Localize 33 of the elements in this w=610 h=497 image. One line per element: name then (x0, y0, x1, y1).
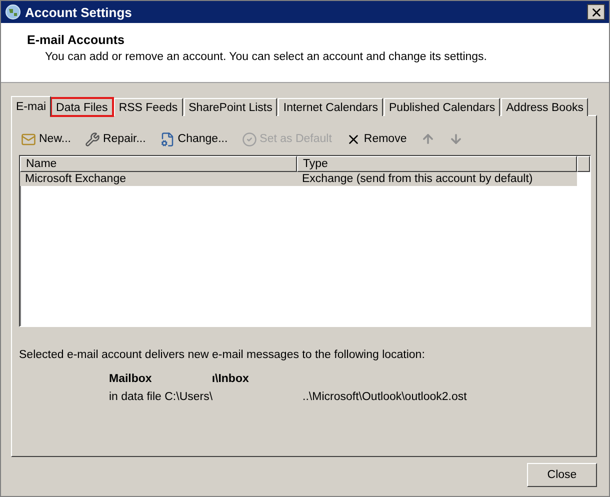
window-title: Account Settings (25, 4, 133, 20)
settings-icon (160, 132, 175, 146)
tab[interactable]: E-mai (11, 96, 52, 116)
close-button[interactable] (587, 4, 605, 20)
globe-icon (5, 4, 21, 20)
tab[interactable]: SharePoint Lists (184, 98, 278, 116)
location-intro: Selected e-mail account delivers new e-mail messages to the following location: (19, 349, 426, 361)
data-file-path: in data file C:\Users\ (109, 391, 213, 403)
header-title: E-mail Accounts (27, 33, 126, 47)
tab[interactable]: Published Calendars (384, 98, 500, 116)
close-button[interactable]: Close (527, 463, 597, 487)
header-description: You can add or remove an account. You can select an account and change its settings. (45, 51, 488, 63)
data-file-path: ..\Microsoft\Outlook\outlook2.ost (302, 391, 467, 403)
table-cell: Microsoft Exchange (25, 173, 126, 185)
check-circle-icon (242, 132, 257, 146)
column-header[interactable]: Name (20, 156, 297, 172)
toolbar-button[interactable]: Repair... (82, 132, 148, 146)
table-cell: Exchange (send from this account by default) (302, 173, 533, 185)
toolbar-button[interactable]: Change... (158, 132, 230, 146)
tab[interactable]: Data Files (51, 98, 113, 116)
wrench-icon (84, 132, 100, 146)
close-icon (590, 6, 602, 18)
toolbar-button[interactable]: Remove (344, 132, 409, 146)
mailbox-path: Mailbox (109, 373, 152, 385)
tab[interactable]: RSS Feeds (114, 98, 183, 116)
account-row[interactable]: Microsoft Exchange Exchange (send from this account by default) (20, 172, 577, 186)
tab[interactable]: Internet Calendars (278, 98, 383, 116)
column-header[interactable]: Type (297, 156, 577, 172)
arrow-down-icon (448, 132, 463, 146)
toolbar-button[interactable]: New... (19, 132, 73, 146)
envelope-icon (21, 132, 36, 146)
mailbox-path: ı\Inbox (212, 373, 249, 385)
tab[interactable]: Address Books (501, 98, 588, 116)
